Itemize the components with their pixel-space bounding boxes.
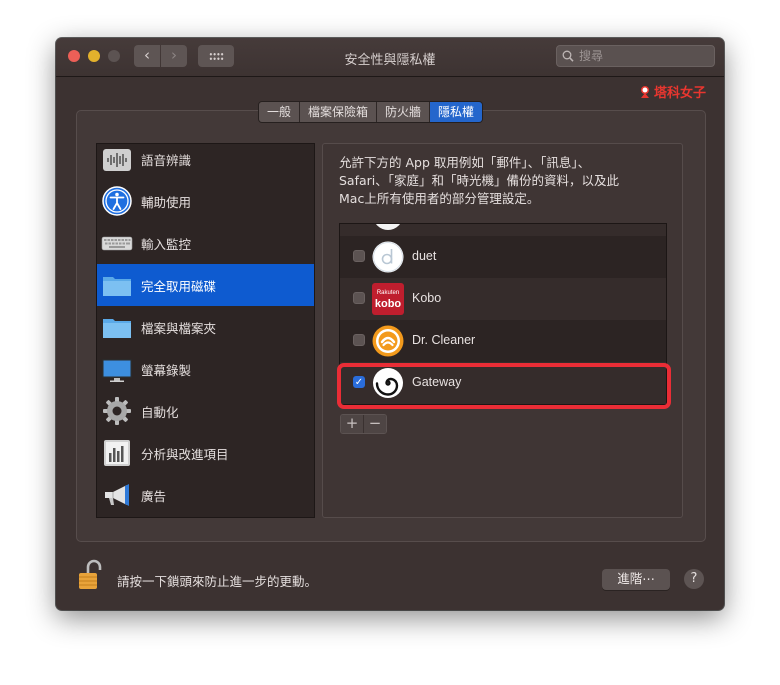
svg-text:kobo: kobo (375, 298, 402, 310)
sidebar-item-label: 完全取用磁碟 (141, 279, 217, 294)
sidebar-item-label: 螢幕錄製 (141, 363, 192, 378)
app-name: duet (412, 249, 437, 263)
sidebar-item-label: 自動化 (141, 405, 179, 420)
unlocked-lock-icon[interactable] (76, 558, 106, 592)
sidebar-item-automation[interactable]: 自動化 (97, 390, 314, 432)
megaphone-icon (105, 484, 129, 506)
search-input[interactable] (579, 47, 709, 65)
app-name: Dr. Cleaner (412, 333, 476, 347)
add-button[interactable]: + (341, 415, 364, 433)
checkbox[interactable] (353, 292, 365, 304)
privacy-category-list: 語音辨識 輔助使用 輸入監控 完全取用磁碟 檔案與檔案夾 螢幕錄製 自動化 分析… (96, 143, 315, 518)
mascot-icon (641, 86, 649, 98)
preferences-window: ‹ › 安全性與隱私權 塔科女子 一般 檔案保險箱 防火牆 隱私權 (56, 38, 724, 610)
search-field[interactable] (556, 45, 715, 67)
description: 允許下方的 App 取用例如「郵件」、「訊息」、 Safari、「家庭」和「時光… (339, 154, 665, 208)
app-list: duet Rakuten kobo Kobo Dr. Cleaner ✓ Gat… (339, 223, 667, 405)
bar-chart-icon (104, 440, 130, 466)
sidebar-item-input-monitoring[interactable]: 輸入監控 (97, 222, 314, 264)
app-name: Gateway (412, 375, 462, 389)
app-icon-partial (376, 224, 400, 230)
accessibility-icon (102, 186, 132, 216)
display-icon (102, 359, 132, 382)
tab-filevault[interactable]: 檔案保險箱 (300, 102, 378, 122)
gear-icon (103, 397, 131, 425)
help-button[interactable]: ? (684, 569, 704, 589)
description-line: Mac上所有使用者的部分管理設定。 (339, 191, 540, 206)
app-row-gateway[interactable]: ✓ Gateway (340, 362, 666, 404)
checkbox[interactable] (353, 250, 365, 262)
svg-text:Rakuten: Rakuten (377, 290, 399, 296)
checkbox[interactable] (353, 334, 365, 346)
title-bar: ‹ › 安全性與隱私權 (56, 38, 724, 77)
kobo-icon: Rakuten kobo (372, 283, 404, 315)
app-row-dr-cleaner[interactable]: Dr. Cleaner (340, 320, 666, 362)
sidebar-item-files-and-folders[interactable]: 檔案與檔案夾 (97, 306, 314, 348)
app-name: Kobo (412, 291, 442, 305)
app-row-duet[interactable]: duet (340, 236, 666, 278)
dr-cleaner-icon (372, 325, 404, 357)
sidebar-item-analytics[interactable]: 分析與改進項目 (97, 432, 314, 474)
sidebar-item-accessibility[interactable]: 輔助使用 (97, 180, 314, 222)
remove-button[interactable]: − (364, 415, 386, 433)
advanced-button[interactable]: 進階⋯ (602, 569, 670, 590)
tab-firewall[interactable]: 防火牆 (377, 102, 431, 122)
sidebar-item-label: 輔助使用 (141, 195, 192, 210)
sidebar-item-label: 檔案與檔案夾 (141, 321, 217, 336)
duet-icon (372, 241, 404, 273)
sidebar-item-label: 輸入監控 (141, 237, 192, 252)
checkbox-checked[interactable]: ✓ (353, 376, 365, 388)
description-line: 允許下方的 App 取用例如「郵件」、「訊息」、 (339, 155, 591, 170)
sidebar-item-advertising[interactable]: 廣告 (97, 474, 314, 516)
tab-general[interactable]: 一般 (259, 102, 301, 122)
sidebar-item-label: 分析與改進項目 (141, 447, 229, 462)
sidebar-item-screen-recording[interactable]: 螢幕錄製 (97, 348, 314, 390)
keyboard-icon (101, 236, 133, 251)
description-line: Safari、「家庭」和「時光機」備份的資料，以及此 (339, 173, 620, 188)
speech-waveform-icon (103, 149, 131, 171)
folder-icon (103, 319, 131, 338)
sidebar-item-speech-recognition[interactable]: 語音辨識 (97, 144, 314, 180)
lock-hint: 請按一下鎖頭來防止進一步的更動。 (117, 574, 318, 589)
sidebar-item-label: 廣告 (141, 489, 167, 504)
gateway-icon (373, 368, 403, 398)
list-item (340, 224, 666, 236)
tab-privacy[interactable]: 隱私權 (430, 102, 483, 122)
watermark: 塔科女子 (638, 82, 706, 101)
watermark-text: 塔科女子 (654, 86, 707, 101)
app-row-kobo[interactable]: Rakuten kobo Kobo (340, 278, 666, 320)
sidebar-item-label: 語音辨識 (141, 153, 192, 168)
folder-icon (103, 277, 131, 296)
add-remove-control: + − (340, 414, 387, 434)
tab-bar: 一般 檔案保險箱 防火牆 隱私權 (258, 101, 484, 123)
search-icon (562, 50, 574, 62)
sidebar-item-full-disk-access[interactable]: 完全取用磁碟 (97, 264, 314, 306)
